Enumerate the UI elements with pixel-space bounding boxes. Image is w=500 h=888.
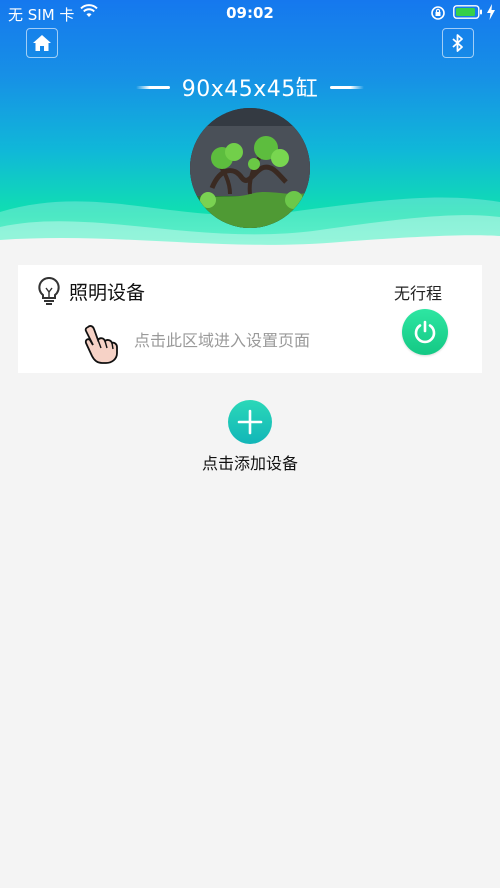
schedule-status: 无行程 [394, 284, 443, 303]
lightbulb-icon [36, 276, 62, 310]
title-dash-right [330, 85, 365, 89]
tank-title: 90x45x45缸 [181, 77, 319, 102]
title-dash-left [135, 85, 170, 89]
home-icon [33, 35, 51, 51]
tap-hand-icon [80, 323, 122, 369]
bluetooth-icon [452, 34, 463, 52]
settings-hint: 点击此区域进入设置页面 [134, 331, 311, 350]
tank-title-group: 90x45x45缸 [0, 70, 500, 104]
add-device-button[interactable] [228, 400, 272, 444]
home-button[interactable] [26, 28, 58, 58]
tank-photo[interactable] [190, 108, 310, 228]
charging-icon [486, 4, 496, 24]
add-device-label[interactable]: 点击添加设备 [0, 450, 500, 474]
rotation-lock-icon [430, 5, 446, 25]
bluetooth-button[interactable] [442, 28, 474, 58]
device-name: 照明设备 [69, 282, 146, 304]
status-bar: 无 SIM 卡 09:02 [0, 0, 500, 26]
lighting-device-card[interactable]: 照明设备 无行程 点击此区域进入设置页面 [18, 265, 482, 373]
power-button[interactable] [402, 309, 448, 355]
power-icon [414, 320, 436, 344]
clock: 09:02 [226, 4, 274, 22]
battery-icon [453, 5, 483, 23]
plus-icon [237, 409, 263, 435]
